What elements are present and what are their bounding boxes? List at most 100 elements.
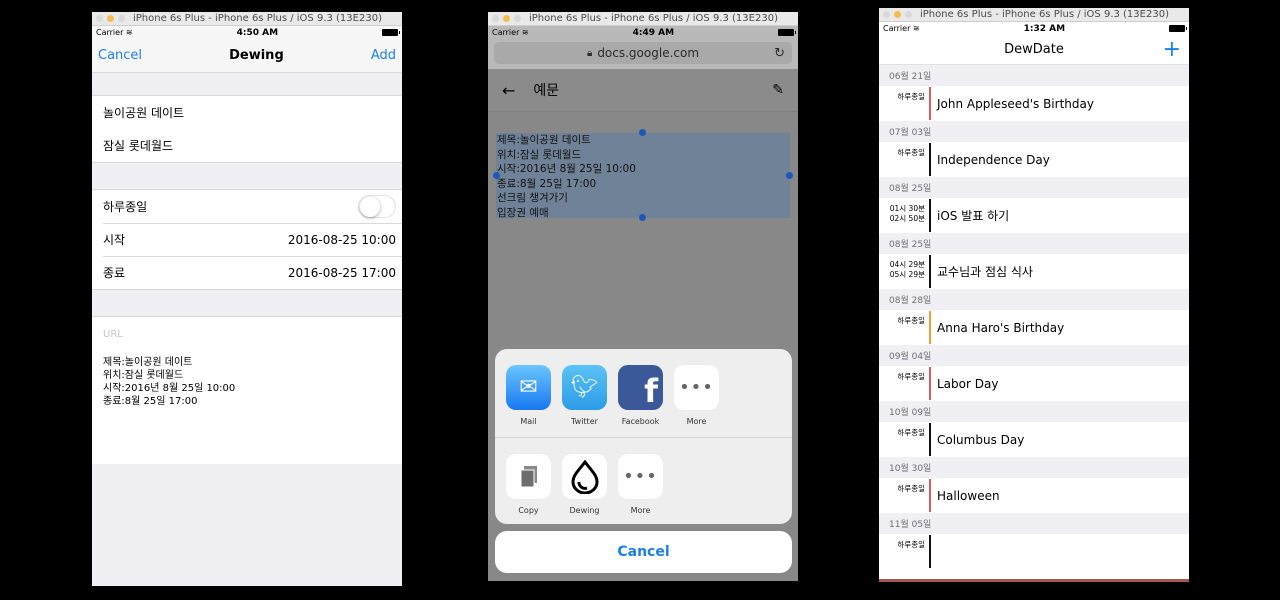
notes-field[interactable]: 제목:놀이공원 데이트 위치:잠실 롯데월드 시작:2016년 8월 25일 1… [103,356,391,408]
event-time: 하루종일 [897,540,925,549]
nav-bar: DewDate + [879,35,1189,65]
event-row[interactable]: 01시 30분 02시 50분 iOS 발표 하기 [879,198,1189,233]
zoom-window-icon[interactable] [514,15,521,22]
event-time: 하루종일 [897,372,925,381]
status-bar: Carrier ≋ 4:50 AM [92,26,402,39]
selection-handle-bottom[interactable] [639,214,646,221]
start-label: 시작 [103,233,126,247]
title-location-group: 놀이공원 데이트 잠실 롯데월드 [92,95,402,163]
status-time: 4:49 AM [632,27,675,38]
nav-bar: Cancel Dewing Add [92,39,402,73]
end-value: 2016-08-25 17:00 [287,265,396,280]
minimize-window-icon[interactable] [107,15,114,22]
start-value: 2016-08-25 10:00 [287,232,396,247]
allday-label: 하루종일 [103,200,148,214]
close-window-icon[interactable] [883,11,890,18]
selection-handle-top[interactable] [639,129,646,136]
end-label: 종료 [103,266,126,280]
simulator-window-dewing-editor: iPhone 6s Plus - iPhone 6s Plus / iOS 9.… [92,12,402,586]
status-time: 4:50 AM [236,27,279,38]
share-twitter[interactable]: 🐦︎ Twitter [562,365,607,437]
close-window-icon[interactable] [492,15,499,22]
toggle-knob [360,197,380,217]
facebook-icon: f [618,365,663,410]
action-copy[interactable]: Copy [506,454,551,525]
date-section-header: 06월 21일 [879,65,1189,86]
event-time: 04시 29분 05시 29분 [889,260,925,279]
event-title: Independence Day [937,152,1050,167]
simulator-window-dewdate: iPhone 6s Plus - iPhone 6s Plus / iOS 9.… [879,8,1189,582]
simulator-titlebar: iPhone 6s Plus - iPhone 6s Plus / iOS 9.… [488,12,798,26]
action-more[interactable]: ••• More [618,454,663,525]
action-dewing[interactable]: Dewing [562,454,607,525]
add-event-button[interactable]: + [1163,38,1181,60]
edit-pencil-icon[interactable]: ✎ [772,82,784,98]
allday-row: 하루종일 [92,190,402,223]
selection-handle-right[interactable] [786,172,793,179]
title-field[interactable]: 놀이공원 데이트 [92,96,402,129]
calendar-color-bar [929,479,931,512]
close-window-icon[interactable] [96,15,103,22]
wifi-icon: ≋ [912,24,920,33]
event-row[interactable]: 하루종일 Columbus Day [879,422,1189,457]
event-title: Anna Haro's Birthday [937,320,1065,335]
page-title: DewDate [1004,42,1064,57]
calendar-color-bar [929,367,931,400]
document-toolbar: ← 예문 ✎ [488,69,798,112]
event-title: Columbus Day [937,432,1025,447]
more-icon: ••• [674,365,719,410]
zoom-window-icon[interactable] [118,15,125,22]
bottom-edge [879,579,1189,582]
event-list[interactable]: 06월 21일 하루종일 John Appleseed's Birthday 07월 … [879,65,1189,569]
calendar-color-bar [929,311,931,344]
event-row[interactable]: 하루종일 John Appleseed's Birthday [879,86,1189,121]
share-facebook[interactable]: f Facebook [618,365,663,437]
minimize-window-icon[interactable] [894,11,901,18]
add-button[interactable]: Add [371,48,396,63]
event-row[interactable]: 하루종일 Labor Day [879,366,1189,401]
date-section-header: 09월 04일 [879,345,1189,366]
status-bar: Carrier ≋ 4:49 AM [488,26,798,39]
url-field[interactable]: URL [103,329,391,340]
share-more[interactable]: ••• More [674,365,719,437]
calendar-color-bar [929,255,931,288]
zoom-window-icon[interactable] [905,11,912,18]
calendar-color-bar [929,199,931,232]
cancel-button[interactable]: Cancel [98,48,142,63]
share-mail[interactable]: ✉ Mail [506,365,551,437]
selection-handle-left[interactable] [493,172,500,179]
share-cancel-button[interactable]: Cancel [495,531,792,573]
carrier-label: Carrier ≋ [492,28,529,37]
status-bar: Carrier ≋ 1:32 AM [879,22,1189,35]
date-section-header: 08월 25일 [879,177,1189,198]
event-time: 하루종일 [897,148,925,157]
datetime-group: 하루종일 시작 2016-08-25 10:00 종료 2016-08-25 1… [92,189,402,290]
battery-icon [778,29,796,36]
event-title: 교수님과 점심 식사 [937,265,1033,279]
share-action-row: Copy Dewing ••• More [495,437,792,525]
event-row[interactable]: 하루종일 [879,534,1189,569]
minimize-window-icon[interactable] [503,15,510,22]
reload-icon[interactable]: ↻ [774,46,785,61]
url-notes-section[interactable]: URL 제목:놀이공원 데이트 위치:잠실 롯데월드 시작:2016년 8월 2… [92,316,402,464]
event-row[interactable]: 하루종일 Anna Haro's Birthday [879,310,1189,345]
event-row[interactable]: 04시 29분 05시 29분 교수님과 점심 식사 [879,254,1189,289]
twitter-icon: 🐦︎ [562,365,607,410]
date-section-header: 11월 05일 [879,513,1189,534]
selected-text-block[interactable]: 제목:놀이공원 데이트 위치:잠실 롯데월드 시작:2016년 8월 25일 1… [496,133,790,219]
event-row[interactable]: 하루종일 Independence Day [879,142,1189,177]
allday-toggle[interactable] [358,195,396,218]
start-row[interactable]: 시작 2016-08-25 10:00 [92,223,402,256]
date-section-header: 08월 25일 [879,233,1189,254]
event-time: 하루종일 [897,92,925,101]
address-bar[interactable]: 🔒︎ docs.google.com ↻ [494,42,792,64]
simulator-title: iPhone 6s Plus - iPhone 6s Plus / iOS 9.… [133,13,382,24]
event-row[interactable]: 하루종일 Halloween [879,478,1189,513]
mail-icon: ✉ [506,365,551,410]
location-field[interactable]: 잠실 롯데월드 [92,129,402,162]
back-arrow-icon[interactable]: ← [502,81,515,100]
event-time: 하루종일 [897,316,925,325]
wifi-icon: ≋ [521,28,529,37]
simulator-window-share-sheet: iPhone 6s Plus - iPhone 6s Plus / iOS 9.… [488,12,798,581]
end-row[interactable]: 종료 2016-08-25 17:00 [92,256,402,289]
